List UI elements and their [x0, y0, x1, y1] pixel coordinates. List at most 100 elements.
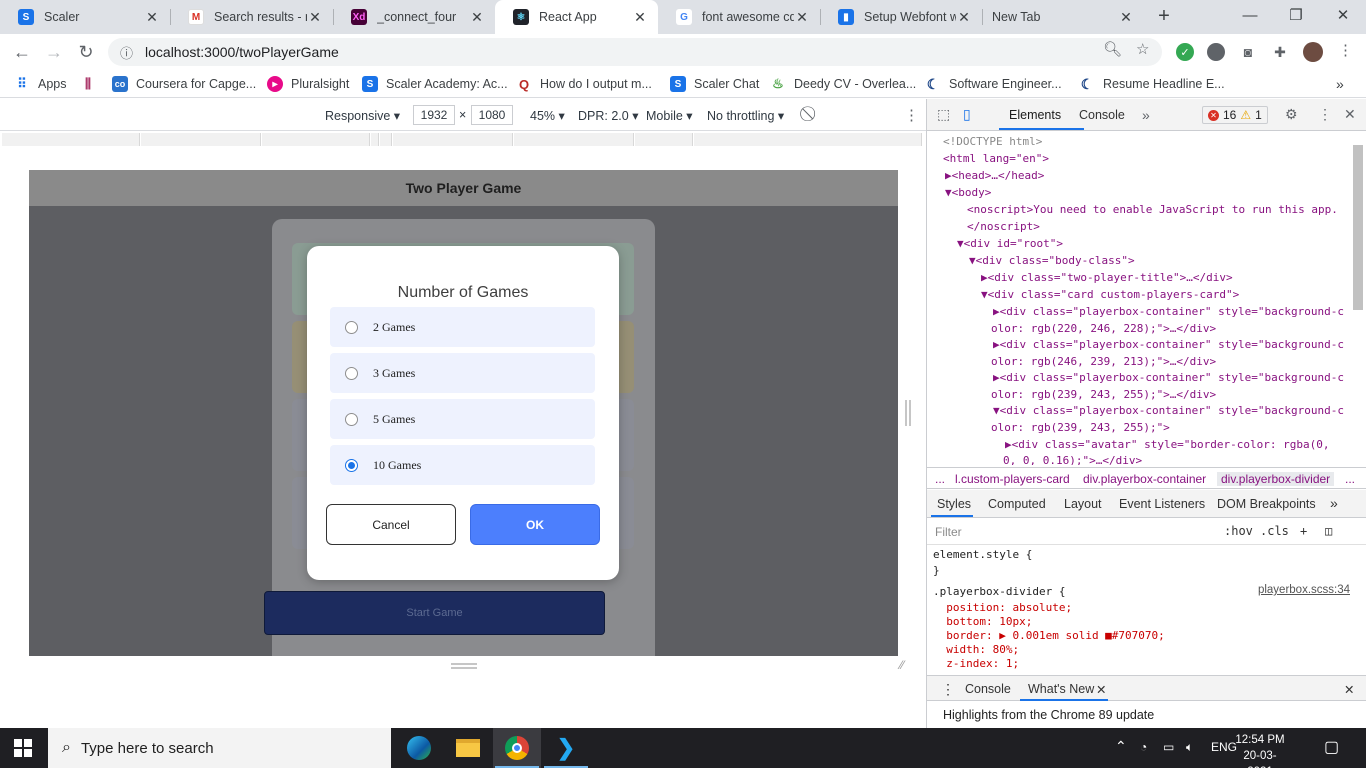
- style-rule-line[interactable]: }: [933, 564, 940, 577]
- option-3-games[interactable]: 3 Games: [330, 353, 595, 393]
- tray-expand-icon[interactable]: ⌃: [1115, 738, 1127, 755]
- resize-handle-corner[interactable]: ⁄⁄: [900, 658, 904, 672]
- close-window-button[interactable]: ✕: [1320, 0, 1366, 30]
- option-2-games[interactable]: 2 Games: [330, 307, 595, 347]
- ruler-segment[interactable]: [635, 133, 693, 146]
- reload-button[interactable]: ↻: [74, 40, 98, 64]
- drawer-menu-icon[interactable]: ⋮: [941, 681, 955, 698]
- zoom-dropdown[interactable]: 45% ▾: [530, 108, 565, 123]
- style-source-link[interactable]: playerbox.scss:34: [1258, 584, 1350, 596]
- style-property[interactable]: z-index: 1;: [933, 657, 1019, 670]
- chrome-app-icon[interactable]: [493, 728, 541, 768]
- bookmark-deedy-cv[interactable]: ♨ Deedy CV - Overlea...: [770, 75, 916, 93]
- dom-node[interactable]: olor: rgb(246, 239, 213);">…</div>: [991, 355, 1216, 368]
- close-icon[interactable]: ✕: [469, 9, 485, 26]
- style-property[interactable]: border: ▶ 0.001em solid ■#707070;: [933, 629, 1165, 642]
- breadcrumb-item[interactable]: ...: [935, 472, 945, 486]
- tab-dom-breakpoints[interactable]: DOM Breakpoints: [1217, 497, 1316, 511]
- bookmark-apps[interactable]: ⠿ Apps: [14, 75, 67, 93]
- breadcrumb-item[interactable]: ...: [1345, 472, 1355, 486]
- network-icon[interactable]: ◔: [1140, 740, 1147, 754]
- info-icon[interactable]: ⓘ: [120, 43, 133, 62]
- tab-connect-four[interactable]: Xd _connect_four ✕: [333, 0, 495, 34]
- radio-button[interactable]: [345, 412, 358, 426]
- tab-new-tab[interactable]: New Tab ✕: [982, 0, 1144, 34]
- minimize-button[interactable]: —: [1227, 0, 1273, 30]
- settings-gear-icon[interactable]: ⚙: [1285, 106, 1298, 123]
- throttling-dropdown[interactable]: No throttling ▾: [707, 108, 784, 123]
- style-property[interactable]: position: absolute;: [933, 601, 1072, 614]
- cancel-button[interactable]: Cancel: [326, 504, 456, 545]
- bookmark-scaler-academy[interactable]: S Scaler Academy: Ac...: [362, 75, 508, 93]
- tab-elements[interactable]: Elements: [1009, 108, 1061, 122]
- close-devtools-icon[interactable]: ✕: [1344, 106, 1356, 123]
- radio-button[interactable]: [345, 366, 358, 380]
- dom-node[interactable]: ▶<head>…</head>: [945, 169, 1044, 182]
- taskbar-clock[interactable]: 12:54 PM 20-03-2021: [1232, 732, 1288, 768]
- edge-app-icon[interactable]: [395, 728, 443, 768]
- breadcrumb-item-selected[interactable]: div.playerbox-divider: [1217, 472, 1335, 486]
- option-10-games[interactable]: 10 Games: [330, 445, 595, 485]
- devtools-menu-icon[interactable]: ⋮: [1318, 106, 1332, 123]
- more-bookmarks-icon[interactable]: »: [1336, 75, 1344, 93]
- radio-button[interactable]: [345, 320, 358, 334]
- start-game-button[interactable]: Start Game: [264, 591, 605, 635]
- bookmark-star-icon[interactable]: ☆: [1136, 40, 1149, 58]
- bookmark-resume-headline[interactable]: ☾ Resume Headline E...: [1079, 75, 1225, 93]
- radio-button-selected[interactable]: [345, 458, 358, 472]
- close-icon[interactable]: ✕: [1118, 9, 1134, 26]
- dom-node[interactable]: <noscript>You need to enable JavaScript …: [967, 203, 1338, 216]
- dom-node[interactable]: olor: rgb(239, 243, 255);">: [991, 421, 1170, 434]
- tab-scaler[interactable]: S Scaler ✕: [0, 0, 170, 34]
- circle-extension-icon[interactable]: [1207, 43, 1225, 61]
- tab-font-awesome[interactable]: G font awesome cdn ✕: [658, 0, 820, 34]
- tab-gmail[interactable]: M Search results - na ✕: [170, 0, 333, 34]
- battery-icon[interactable]: ▭: [1163, 740, 1174, 754]
- resize-handle-right[interactable]: [905, 400, 911, 426]
- tab-layout[interactable]: Layout: [1064, 497, 1102, 511]
- back-button[interactable]: ←: [10, 40, 34, 64]
- vscode-app-icon[interactable]: ❯: [542, 728, 590, 768]
- dom-node[interactable]: ▶<div class="avatar" style="border-color…: [1005, 438, 1330, 451]
- drawer-tab-whats-new[interactable]: What's New: [1028, 682, 1094, 696]
- bookmark-coursera[interactable]: co Coursera for Capge...: [112, 75, 256, 93]
- dom-node[interactable]: </noscript>: [967, 220, 1040, 233]
- elements-scrollbar[interactable]: [1353, 145, 1363, 310]
- viewport-width-input[interactable]: 1932: [413, 105, 455, 125]
- dom-node[interactable]: <html lang="en">: [943, 152, 1049, 165]
- ruler-segment[interactable]: [380, 133, 392, 146]
- ruler-segment[interactable]: [2, 133, 140, 146]
- tab-react-app[interactable]: ⚛ React App ✕: [495, 0, 658, 34]
- hover-state-toggle[interactable]: :hov: [1224, 524, 1253, 538]
- ruler-segment[interactable]: [371, 133, 379, 146]
- volume-icon[interactable]: 🔈︎: [1186, 740, 1193, 755]
- tab-event-listeners[interactable]: Event Listeners: [1119, 497, 1205, 511]
- bookmark-software-engineer[interactable]: ☾ Software Engineer...: [925, 75, 1062, 93]
- notifications-icon[interactable]: ▢: [1324, 737, 1339, 757]
- taskbar-search[interactable]: ⌕ Type here to search: [48, 728, 391, 768]
- inspect-element-icon[interactable]: ⬚: [937, 106, 950, 123]
- forward-button[interactable]: →: [42, 40, 66, 64]
- close-icon[interactable]: ✕: [956, 9, 972, 26]
- dom-node[interactable]: olor: rgb(239, 243, 255);">…</div>: [991, 388, 1216, 401]
- ruler-segment[interactable]: [262, 133, 370, 146]
- dom-node[interactable]: olor: rgb(220, 246, 228);">…</div>: [991, 322, 1216, 335]
- close-drawer-icon[interactable]: ✕: [1344, 682, 1354, 697]
- puzzle-extensions-icon[interactable]: ✚: [1271, 43, 1289, 61]
- dom-node[interactable]: ▼<div class="card custom-players-card">: [981, 288, 1239, 301]
- dom-node[interactable]: 0, 0, 0.16);">…</div>: [1003, 454, 1142, 465]
- option-5-games[interactable]: 5 Games: [330, 399, 595, 439]
- dom-node[interactable]: ▼<div class="body-class">: [969, 254, 1135, 267]
- filter-input[interactable]: Filter: [935, 525, 962, 539]
- restore-button[interactable]: ❐: [1273, 0, 1319, 30]
- address-bar[interactable]: ⓘ localhost:3000/twoPlayerGame: [108, 38, 1162, 66]
- dom-node[interactable]: ▼<div id="root">: [957, 237, 1063, 250]
- bookmark-scaler-chat[interactable]: S Scaler Chat: [670, 75, 759, 93]
- tab-styles[interactable]: Styles: [937, 497, 971, 511]
- shield-extension-icon[interactable]: ✓: [1176, 43, 1194, 61]
- camera-extension-icon[interactable]: ◙: [1239, 43, 1257, 61]
- close-icon[interactable]: ✕: [1096, 682, 1106, 697]
- dpr-dropdown[interactable]: DPR: 2.0 ▾: [578, 108, 638, 123]
- sidebar-toggle-icon[interactable]: ◫: [1325, 524, 1332, 538]
- style-rule-line[interactable]: .playerbox-divider {: [933, 585, 1065, 598]
